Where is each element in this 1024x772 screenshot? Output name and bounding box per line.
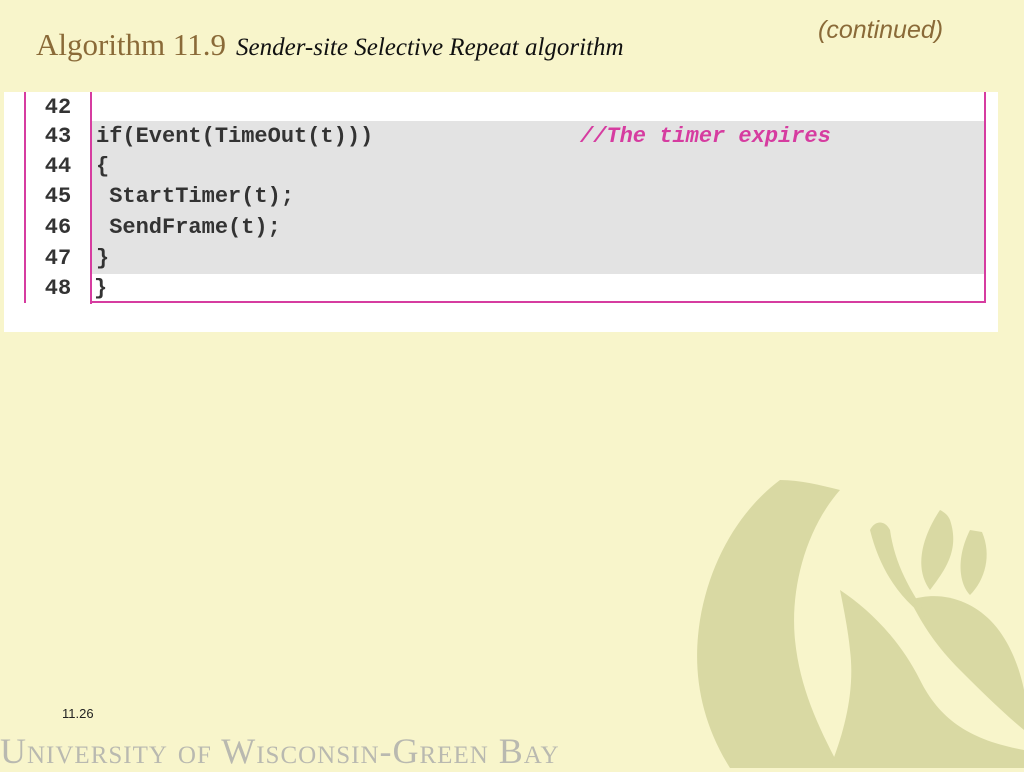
line-code: if(Event(TimeOut(t))) bbox=[96, 124, 374, 149]
code-line-48: 48 } bbox=[26, 273, 984, 304]
line-number: 42 bbox=[26, 92, 92, 123]
line-code: } bbox=[94, 276, 108, 301]
algorithm-number: Algorithm 11.9 bbox=[36, 27, 227, 62]
code-line-47: 47 } bbox=[26, 243, 984, 274]
line-number: 43 bbox=[26, 121, 92, 152]
line-number: 45 bbox=[26, 181, 92, 212]
line-number: 44 bbox=[26, 151, 92, 182]
code-panel: 42 43 if(Event(TimeOut(t))) //The timer … bbox=[4, 92, 998, 332]
code-listing: 42 43 if(Event(TimeOut(t))) //The timer … bbox=[24, 92, 986, 304]
line-comment: //The timer expires bbox=[580, 124, 831, 149]
phoenix-watermark-icon bbox=[697, 480, 1024, 768]
code-line-42: 42 bbox=[26, 92, 984, 123]
line-number: 47 bbox=[26, 243, 92, 274]
code-line-43: 43 if(Event(TimeOut(t))) //The timer exp… bbox=[26, 121, 984, 152]
line-number: 48 bbox=[26, 273, 92, 304]
line-code: { bbox=[96, 154, 110, 179]
university-wordmark: University of Wisconsin-Green Bay bbox=[0, 731, 560, 771]
page-number: 11.26 bbox=[62, 706, 94, 721]
line-code: SendFrame(t); bbox=[96, 215, 281, 240]
line-code: StartTimer(t); bbox=[96, 184, 295, 209]
slide-title: Algorithm 11.9 Sender-site Selective Repe… bbox=[36, 26, 624, 63]
code-line-45: 45 StartTimer(t); bbox=[26, 181, 984, 212]
algorithm-name: Sender-site Selective Repeat algorithm bbox=[236, 34, 624, 61]
continued-label: (continued) bbox=[818, 16, 944, 44]
code-line-44: 44 { bbox=[26, 151, 984, 182]
line-number: 46 bbox=[26, 212, 92, 243]
line-code: } bbox=[96, 246, 110, 271]
code-line-46: 46 SendFrame(t); bbox=[26, 212, 984, 243]
